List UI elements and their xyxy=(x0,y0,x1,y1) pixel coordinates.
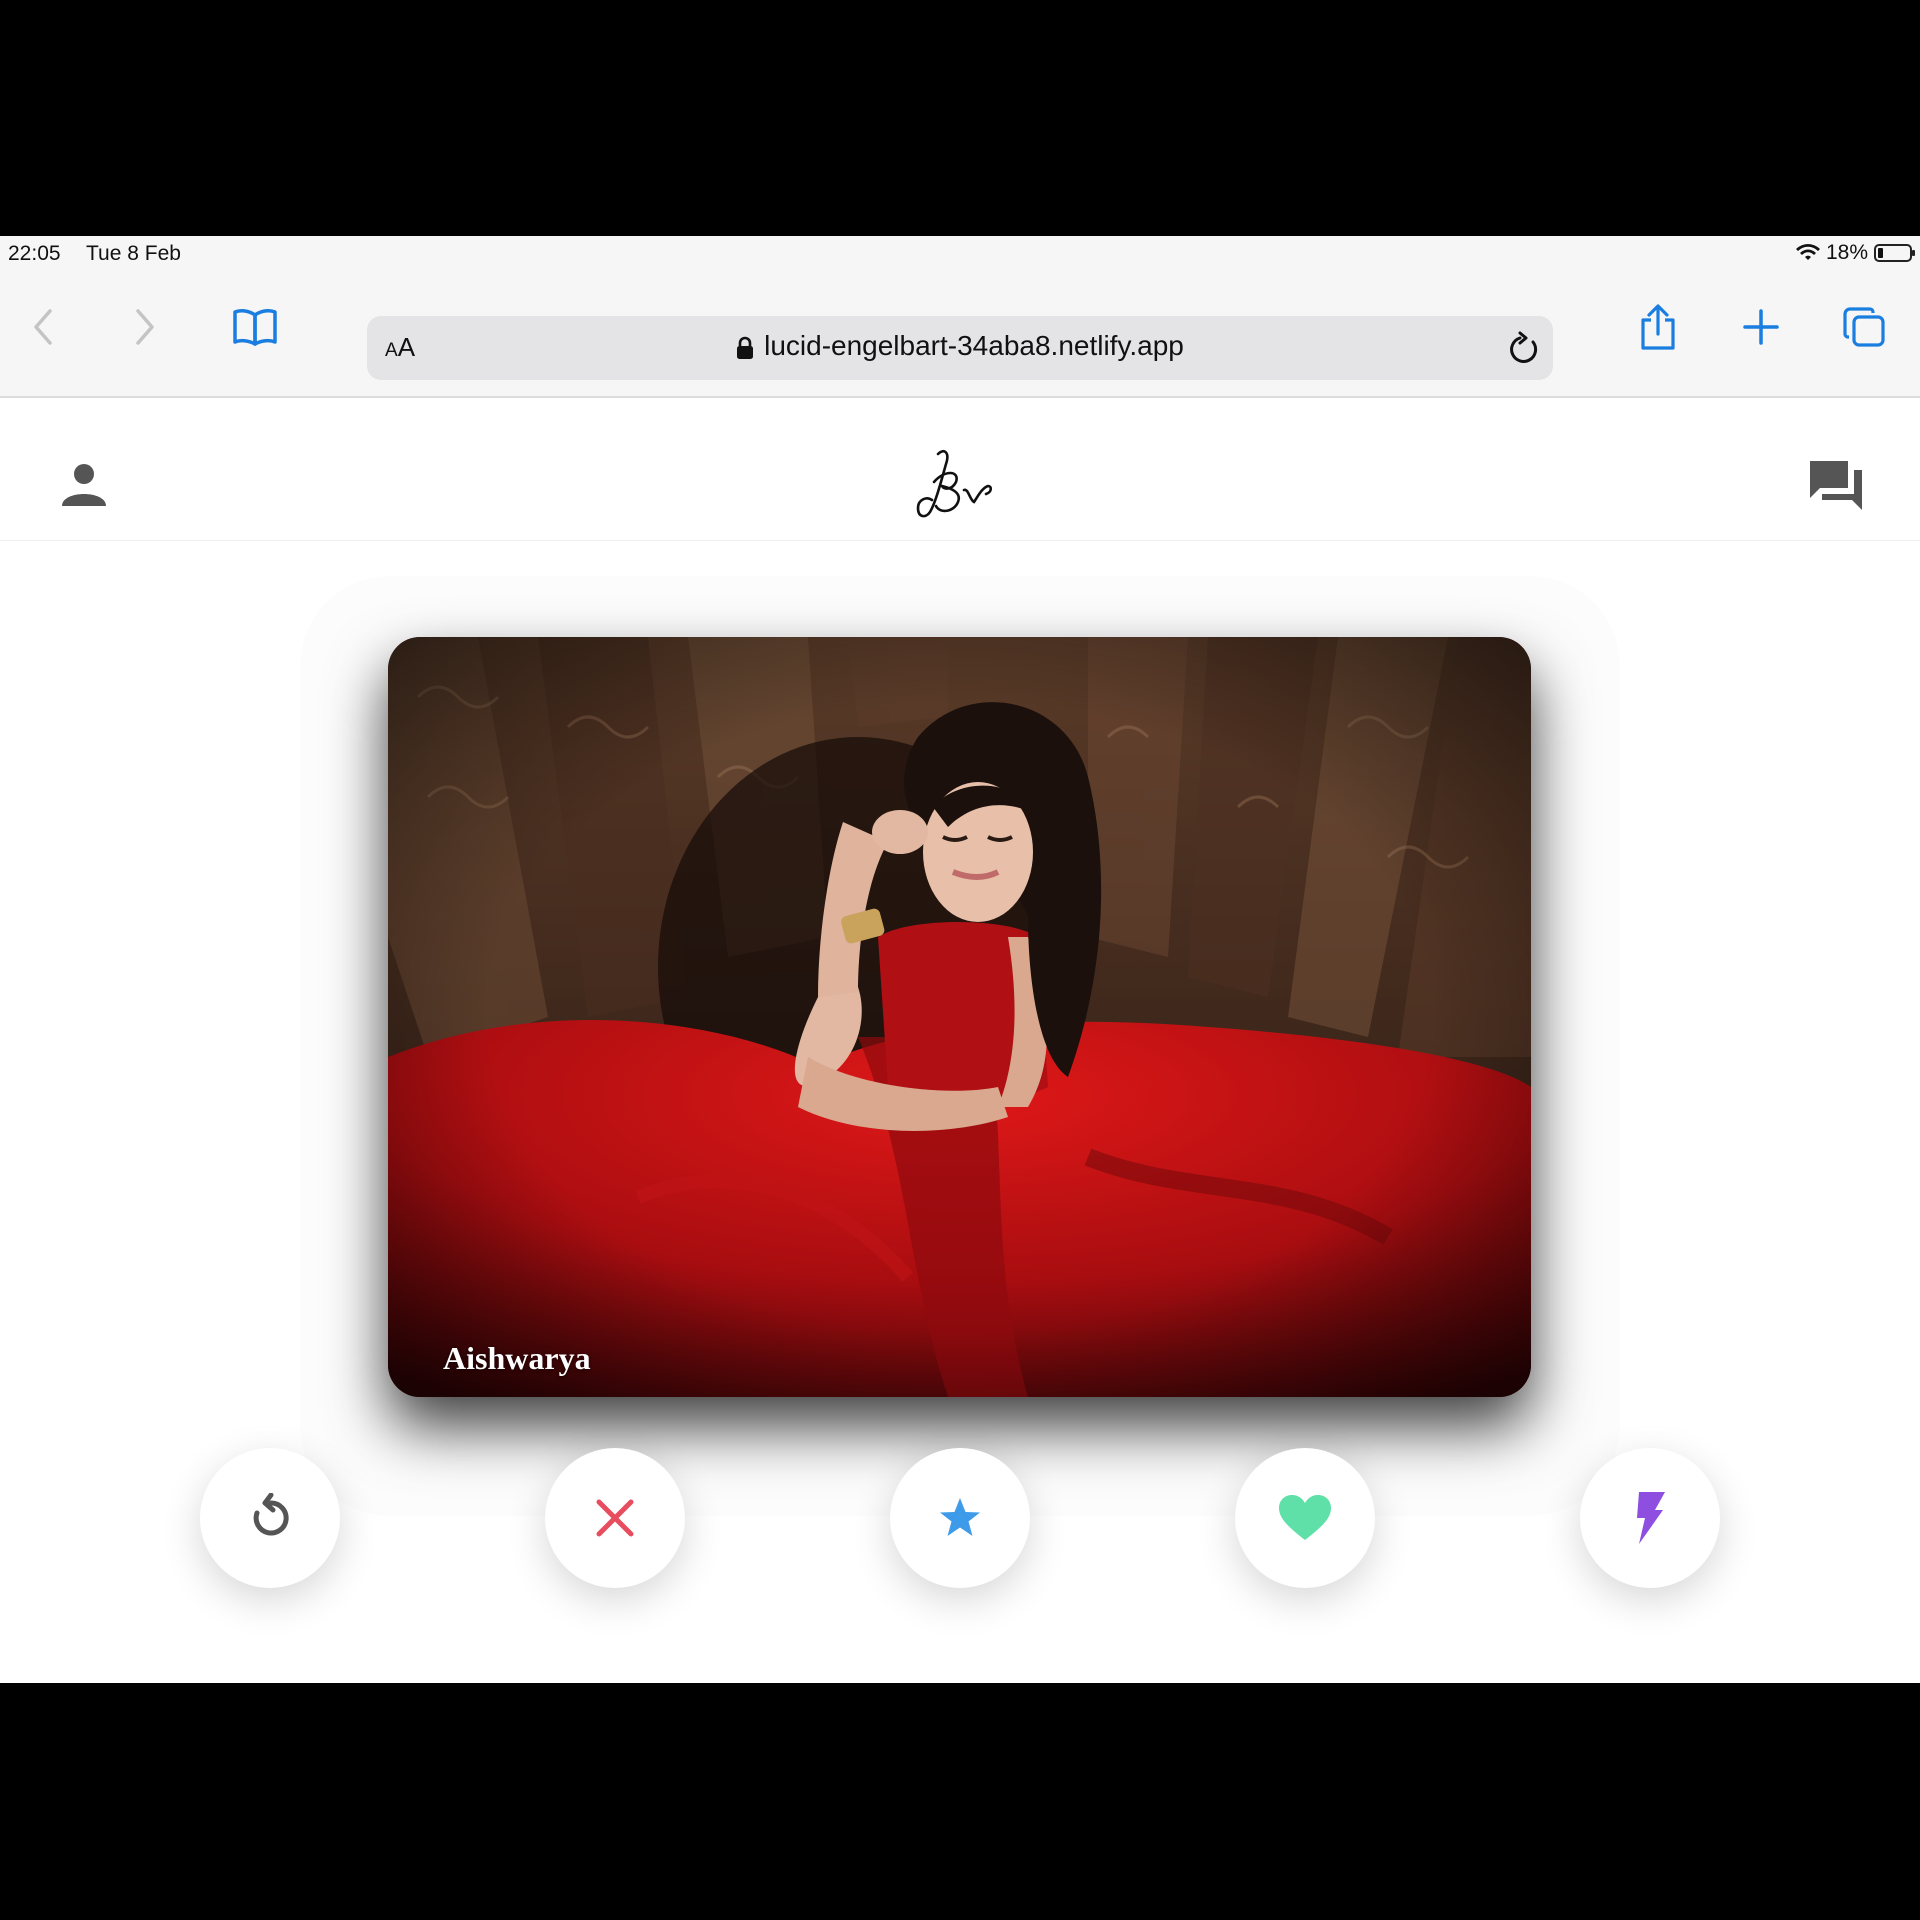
profile-photo xyxy=(388,637,1531,1397)
share-icon xyxy=(1641,304,1675,350)
profile-card[interactable]: Aishwarya xyxy=(388,637,1531,1397)
url-text: lucid-engelbart-34aba8.netlify.app xyxy=(764,330,1184,361)
tabs-button[interactable] xyxy=(1841,304,1887,350)
bookmarks-button[interactable] xyxy=(232,304,278,350)
url-field[interactable]: lucid-engelbart-34aba8.netlify.app xyxy=(367,330,1553,362)
battery-percent: 18% xyxy=(1825,241,1868,264)
heart-icon xyxy=(1279,1495,1331,1540)
tabs-icon xyxy=(1843,307,1885,347)
close-icon xyxy=(596,1499,634,1537)
app-header xyxy=(0,398,1920,541)
nope-button[interactable] xyxy=(545,1448,685,1588)
like-button[interactable] xyxy=(1235,1448,1375,1588)
profile-name: Aishwarya xyxy=(443,1340,591,1376)
status-right: 18% xyxy=(1795,241,1915,265)
user-icon xyxy=(62,464,106,506)
chevron-left-icon xyxy=(34,309,52,345)
reload-button[interactable] xyxy=(1507,330,1541,371)
app-logo[interactable] xyxy=(910,446,1010,531)
status-time: 22:05 xyxy=(8,242,61,265)
superlike-button[interactable] xyxy=(890,1448,1030,1588)
rewind-icon xyxy=(253,1493,289,1536)
screen: 22:05 Tue 8 Feb 18% AA lucid-engelbart-3… xyxy=(0,236,1920,1683)
address-bar[interactable]: AA lucid-engelbart-34aba8.netlify.app xyxy=(367,316,1553,380)
chevron-right-icon xyxy=(136,309,154,345)
status-date: Tue 8 Feb xyxy=(86,242,181,265)
rewind-button[interactable] xyxy=(200,1448,340,1588)
boost-button[interactable] xyxy=(1580,1448,1720,1588)
browser-toolbar: AA lucid-engelbart-34aba8.netlify.app xyxy=(0,272,1920,398)
star-icon xyxy=(940,1498,980,1536)
profile-button[interactable] xyxy=(60,460,108,513)
status-bar: 22:05 Tue 8 Feb 18% xyxy=(0,236,1920,272)
logo-icon xyxy=(916,450,993,518)
messages-button[interactable] xyxy=(1808,458,1864,517)
lock-icon xyxy=(737,336,754,359)
reload-icon xyxy=(1510,331,1538,363)
wifi-icon xyxy=(1795,244,1820,260)
forward-button[interactable] xyxy=(122,304,168,350)
battery-icon xyxy=(1874,244,1915,262)
book-icon xyxy=(233,309,277,346)
new-tab-button[interactable] xyxy=(1738,304,1784,350)
plus-icon xyxy=(1743,309,1779,345)
lightning-icon xyxy=(1637,1492,1665,1544)
back-button[interactable] xyxy=(20,304,66,350)
share-button[interactable] xyxy=(1635,304,1681,350)
chat-icon xyxy=(1810,461,1862,510)
